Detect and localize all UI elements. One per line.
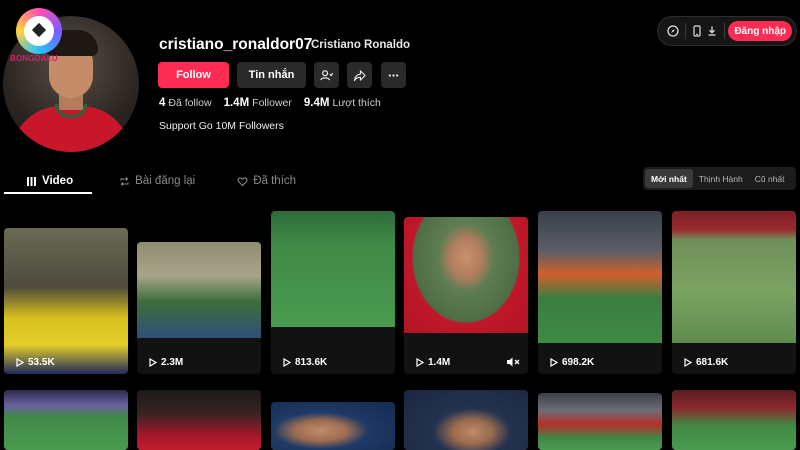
profile-stats: 4 Đã follow 1.4M Follower 9.4M Lượt thích bbox=[159, 97, 381, 109]
sort-oldest[interactable]: Cũ nhất bbox=[749, 169, 791, 188]
profile-tabs: Video Bài đăng lại Đã thích bbox=[0, 168, 296, 194]
video-card[interactable]: 681.6K bbox=[672, 211, 796, 374]
video-thumbnail bbox=[271, 402, 395, 450]
tab-reposts[interactable]: Bài đăng lại bbox=[119, 168, 195, 194]
toolbar-divider bbox=[723, 23, 725, 39]
profile-username: cristiano_ronaldor07 bbox=[159, 36, 313, 53]
video-card[interactable]: 698.2K bbox=[538, 211, 662, 374]
play-icon bbox=[283, 358, 291, 367]
view-count: 698.2K bbox=[550, 357, 594, 368]
tab-liked[interactable]: Đã thích bbox=[237, 168, 296, 194]
tab-video[interactable]: Video bbox=[26, 168, 73, 194]
video-thumbnail bbox=[4, 228, 128, 374]
video-card[interactable]: 2.3M bbox=[137, 242, 261, 374]
soccer-ball-icon bbox=[24, 16, 54, 46]
add-user-icon bbox=[320, 69, 333, 80]
top-toolbar: Đăng nhập bbox=[657, 16, 797, 46]
site-logo bbox=[16, 8, 62, 54]
message-button[interactable]: Tin nhắn bbox=[237, 62, 306, 88]
video-thumbnail bbox=[672, 390, 796, 450]
view-count: 1.4M bbox=[416, 357, 450, 368]
tab-label: Đã thích bbox=[253, 175, 297, 187]
view-count: 2.3M bbox=[149, 357, 183, 368]
video-thumbnail bbox=[4, 390, 128, 450]
heart-icon bbox=[237, 176, 248, 186]
toolbar-divider bbox=[684, 23, 686, 39]
video-card[interactable] bbox=[538, 393, 662, 450]
video-card[interactable]: 53.5K bbox=[4, 228, 128, 374]
grid-icon bbox=[27, 176, 36, 186]
share-icon bbox=[353, 69, 366, 81]
video-card[interactable] bbox=[672, 390, 796, 450]
video-card[interactable] bbox=[4, 390, 128, 450]
follow-button[interactable]: Follow bbox=[158, 62, 229, 88]
sort-popular[interactable]: Thịnh Hành bbox=[693, 169, 749, 188]
video-thumbnail bbox=[271, 211, 395, 327]
play-icon bbox=[16, 358, 24, 367]
stat-likes: 9.4M Lượt thích bbox=[303, 97, 381, 109]
profile-bio: Support Go 10M Followers bbox=[159, 120, 284, 132]
view-count: 681.6K bbox=[684, 357, 728, 368]
video-thumbnail bbox=[404, 390, 528, 450]
phone-icon[interactable] bbox=[690, 20, 705, 42]
repost-icon bbox=[120, 176, 129, 186]
add-friend-button[interactable] bbox=[314, 62, 339, 88]
video-card[interactable] bbox=[404, 390, 528, 450]
tab-label: Bài đăng lại bbox=[135, 175, 196, 187]
mute-icon[interactable] bbox=[506, 356, 520, 368]
stat-following[interactable]: 4 Đã follow bbox=[159, 97, 212, 109]
more-options-button[interactable] bbox=[381, 62, 406, 88]
video-thumbnail bbox=[538, 211, 662, 343]
download-icon[interactable] bbox=[705, 20, 720, 42]
video-card[interactable]: 813.6K bbox=[271, 211, 395, 374]
video-thumbnail bbox=[672, 211, 796, 343]
play-icon bbox=[684, 358, 692, 367]
login-button[interactable]: Đăng nhập bbox=[728, 21, 792, 41]
sort-selector: Mới nhất Thịnh Hành Cũ nhất bbox=[643, 167, 796, 190]
view-count: 53.5K bbox=[16, 357, 55, 368]
play-icon bbox=[550, 358, 558, 367]
play-icon bbox=[416, 358, 424, 367]
video-thumbnail bbox=[137, 390, 261, 450]
more-icon bbox=[388, 73, 399, 77]
stat-followers[interactable]: 1.4M Follower bbox=[224, 97, 292, 109]
share-button[interactable] bbox=[347, 62, 372, 88]
sort-newest[interactable]: Mới nhất bbox=[645, 169, 693, 188]
profile-nickname: Cristiano Ronaldo bbox=[311, 39, 411, 51]
video-card[interactable]: 1.4M bbox=[404, 217, 528, 374]
site-watermark: BONGDALU bbox=[10, 54, 58, 63]
video-thumbnail bbox=[404, 217, 528, 333]
compass-icon[interactable] bbox=[666, 20, 681, 42]
active-tab-indicator bbox=[4, 192, 92, 194]
play-icon bbox=[149, 358, 157, 367]
video-card[interactable] bbox=[137, 390, 261, 450]
view-count: 813.6K bbox=[283, 357, 327, 368]
video-card[interactable] bbox=[271, 402, 395, 450]
video-thumbnail bbox=[538, 393, 662, 450]
video-thumbnail bbox=[137, 242, 261, 338]
tab-label: Video bbox=[42, 175, 74, 187]
